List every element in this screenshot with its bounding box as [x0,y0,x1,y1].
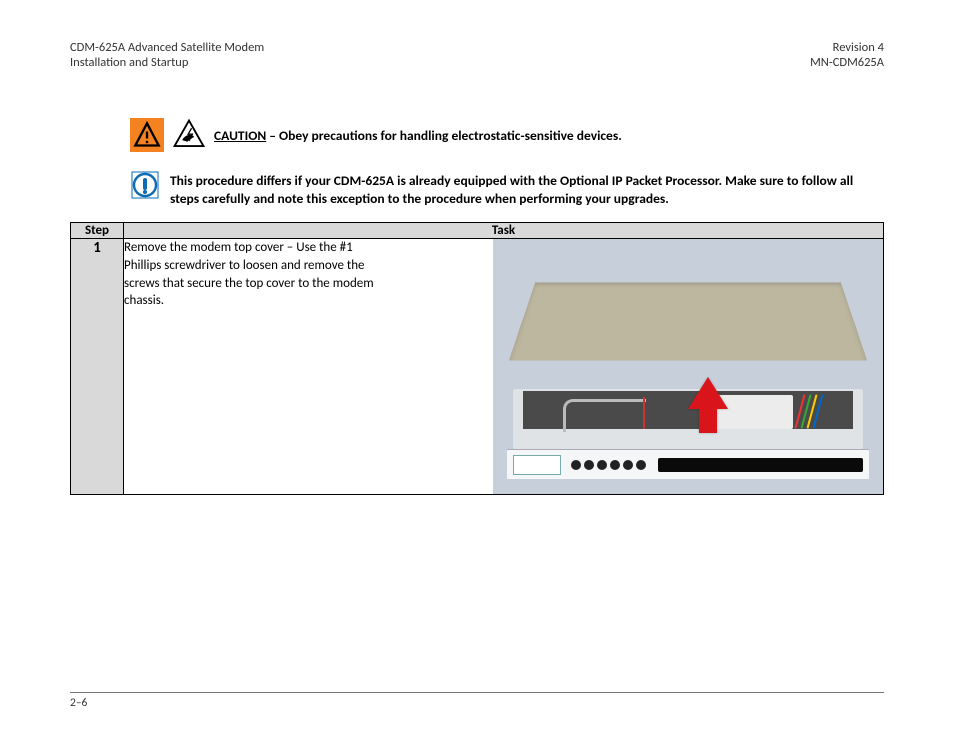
step-number: 1 [71,239,124,495]
caution-word: CAUTION [214,127,266,144]
doc-title-line1: CDM-625A Advanced Satellite Modem [70,40,264,55]
esd-hand-icon [172,118,206,152]
up-arrow-icon [688,377,728,409]
doc-rev-line1: Revision 4 [833,40,884,55]
step-description: Remove the modem top cover – Use the #1 … [124,239,384,494]
page-header-right: Revision 4 MN-CDM625A [810,40,884,70]
col-header-task: Task [124,223,884,239]
warning-triangle-icon [130,118,164,152]
page-header-left: CDM-625A Advanced Satellite Modem Instal… [70,40,264,70]
doc-rev-line2: MN-CDM625A [810,55,884,70]
info-row: This procedure differs if your CDM-625A … [130,170,884,208]
page-number: 2–6 [70,696,87,710]
caution-text: CAUTION – Obey precautions for handling … [214,127,622,144]
info-circle-icon [130,170,160,200]
caution-row: CAUTION – Obey precautions for handling … [130,118,884,152]
page-footer: 2–6 [70,692,884,710]
caution-body: – Obey precautions for handling electros… [266,127,622,144]
modem-cover-removal-image [493,239,883,494]
procedure-table: Step Task 1 Remove the modem top cover –… [70,222,884,495]
info-text: This procedure differs if your CDM-625A … [170,170,884,208]
col-header-step: Step [71,223,124,239]
doc-title-line2: Installation and Startup [70,55,188,70]
table-row: 1 Remove the modem top cover – Use the #… [71,239,884,495]
